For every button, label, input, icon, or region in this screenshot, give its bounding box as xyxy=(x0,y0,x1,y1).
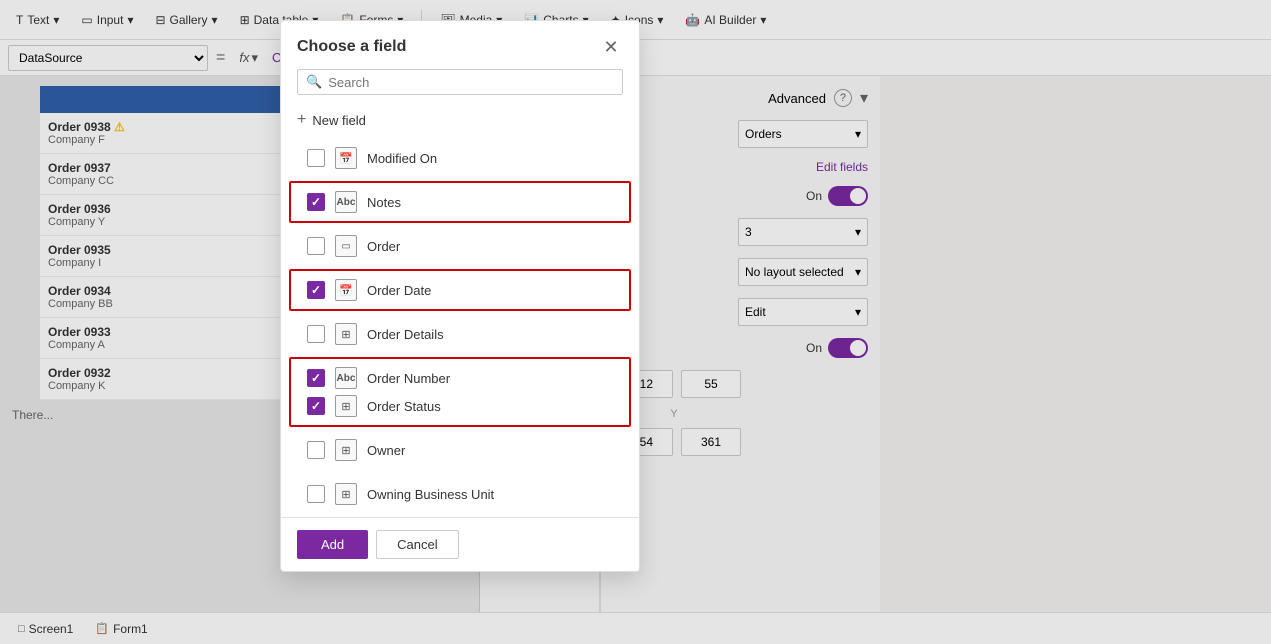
search-icon: 🔍 xyxy=(306,74,322,90)
field-name-order-number: Order Number xyxy=(367,371,450,386)
field-type-grid4-icon: ⊞ xyxy=(335,483,357,505)
add-button[interactable]: Add xyxy=(297,530,368,559)
field-checkbox-order-status[interactable] xyxy=(307,397,325,415)
field-name-owner: Owner xyxy=(367,443,405,458)
field-name-order-status: Order Status xyxy=(367,399,441,414)
field-item-owner[interactable]: ⊞ Owner xyxy=(289,429,631,471)
field-item-order[interactable]: ▭ Order xyxy=(289,225,631,267)
field-item-notes[interactable]: Abc Notes xyxy=(289,181,631,223)
field-checkbox-owning-business-unit[interactable] xyxy=(307,485,325,503)
field-name-modified-on: Modified On xyxy=(367,151,437,166)
choose-field-modal: Choose a field ✕ 🔍 + New field 📅 Modifie… xyxy=(280,20,640,572)
close-icon: ✕ xyxy=(603,37,618,58)
field-item-owning-business-unit[interactable]: ⊞ Owning Business Unit xyxy=(289,473,631,515)
field-item-order-date[interactable]: 📅 Order Date xyxy=(289,269,631,311)
field-type-text-icon: Abc xyxy=(335,191,357,213)
modal-header: Choose a field ✕ xyxy=(281,21,639,69)
field-list: 📅 Modified On Abc Notes ▭ Order 📅 Order … xyxy=(281,135,639,517)
field-checkbox-order-date[interactable] xyxy=(307,281,325,299)
modal-footer: Add Cancel xyxy=(281,517,639,571)
plus-icon: + xyxy=(297,111,306,129)
field-type-calendar2-icon: 📅 xyxy=(335,279,357,301)
field-type-box-icon: ▭ xyxy=(335,235,357,257)
field-checkbox-notes[interactable] xyxy=(307,193,325,211)
field-type-grid-icon: ⊞ xyxy=(335,323,357,345)
field-item-order-number[interactable]: Abc Order Number ⊞ Order Status xyxy=(289,357,631,427)
modal-close-button[interactable]: ✕ xyxy=(599,35,623,59)
new-field-button[interactable]: + New field xyxy=(281,105,639,135)
search-box: 🔍 xyxy=(297,69,623,95)
field-checkbox-order-number[interactable] xyxy=(307,369,325,387)
field-type-text2-icon: Abc xyxy=(335,367,357,389)
field-name-notes: Notes xyxy=(367,195,401,210)
field-type-grid3-icon: ⊞ xyxy=(335,439,357,461)
field-checkbox-order-details[interactable] xyxy=(307,325,325,343)
modal-title: Choose a field xyxy=(297,38,406,56)
field-name-owning-business-unit: Owning Business Unit xyxy=(367,487,494,502)
field-checkbox-owner[interactable] xyxy=(307,441,325,459)
field-name-order-details: Order Details xyxy=(367,327,444,342)
field-name-order-date: Order Date xyxy=(367,283,431,298)
field-type-calendar-icon: 📅 xyxy=(335,147,357,169)
field-checkbox-modified-on[interactable] xyxy=(307,149,325,167)
field-item-order-details[interactable]: ⊞ Order Details xyxy=(289,313,631,355)
search-input[interactable] xyxy=(328,75,614,90)
field-item-modified-on[interactable]: 📅 Modified On xyxy=(289,137,631,179)
cancel-button[interactable]: Cancel xyxy=(376,530,458,559)
field-checkbox-order[interactable] xyxy=(307,237,325,255)
field-type-grid2-icon: ⊞ xyxy=(335,395,357,417)
field-name-order: Order xyxy=(367,239,400,254)
